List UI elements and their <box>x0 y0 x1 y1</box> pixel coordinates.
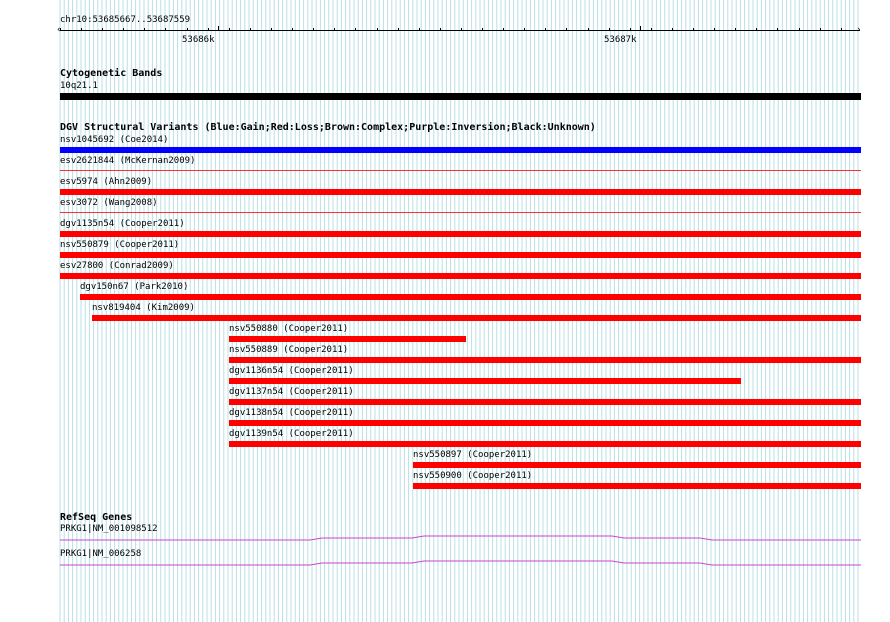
variant-label: dgv1137n54 (Cooper2011) <box>229 387 354 397</box>
location-label: chr10:53685667..53687559 <box>60 15 191 25</box>
ruler-tick-minor <box>503 28 504 31</box>
variant-bar-loss[interactable] <box>60 189 861 195</box>
ruler-tick-minor <box>609 28 610 31</box>
ruler-tick-minor <box>461 28 462 31</box>
genome-browser-view: chr10:53685667..53687559 ‹ › 53686k 5368… <box>0 0 890 622</box>
variant-bar-loss[interactable] <box>60 231 861 237</box>
ruler-tick-minor <box>714 28 715 31</box>
variant-separator <box>60 212 861 213</box>
ruler-tick-minor <box>334 28 335 31</box>
ruler-tick-minor <box>229 28 230 31</box>
variant-label: esv2621844 (McKernan2009) <box>60 156 196 166</box>
ruler-tick-minor <box>419 28 420 31</box>
ruler-tick-label: 53686k <box>182 35 215 45</box>
dgv-track-title: DGV Structural Variants (Blue:Gain;Red:L… <box>60 122 596 133</box>
scroll-right-arrow-icon[interactable]: › <box>857 26 861 35</box>
ruler-tick-minor <box>588 28 589 31</box>
variant-bar-loss[interactable] <box>413 483 861 489</box>
ruler-tick-minor <box>123 28 124 31</box>
ruler-tick-major <box>640 26 641 31</box>
variant-bar-loss[interactable] <box>229 378 741 384</box>
variant-label: nsv819404 (Kim2009) <box>92 303 195 313</box>
ruler-tick-minor <box>271 28 272 31</box>
variant-bar-loss[interactable] <box>229 336 466 342</box>
variant-label: dgv1138n54 (Cooper2011) <box>229 408 354 418</box>
ruler-tick-minor <box>355 28 356 31</box>
refseq-track-title: RefSeq Genes <box>60 512 133 523</box>
variant-bar-loss[interactable] <box>80 294 861 300</box>
ruler-tick-minor <box>482 28 483 31</box>
variant-label: esv27800 (Conrad2009) <box>60 261 174 271</box>
variant-bar-loss[interactable] <box>92 315 861 321</box>
ruler-axis <box>60 30 860 31</box>
ruler-tick-minor <box>250 28 251 31</box>
ruler-tick-minor <box>208 28 209 31</box>
gene-label: PRKG1|NM_006258 <box>60 549 142 559</box>
variant-label: esv5974 (Ahn2009) <box>60 177 153 187</box>
cytoband-track-title: Cytogenetic Bands <box>60 68 163 79</box>
variant-label: nsv550897 (Cooper2011) <box>413 450 533 460</box>
variant-label: dgv1136n54 (Cooper2011) <box>229 366 354 376</box>
variant-label: nsv550900 (Cooper2011) <box>413 471 533 481</box>
variant-label: dgv1135n54 (Cooper2011) <box>60 219 185 229</box>
ruler-tick-minor <box>81 28 82 31</box>
ruler-tick-minor <box>693 28 694 31</box>
ruler-tick-minor <box>440 28 441 31</box>
ruler-tick-minor <box>820 28 821 31</box>
ruler-tick-minor <box>524 28 525 31</box>
variant-bar-loss[interactable] <box>229 399 861 405</box>
ruler-tick-major <box>218 26 219 31</box>
variant-label: nsv550889 (Cooper2011) <box>229 345 349 355</box>
variant-bar-gain[interactable] <box>60 147 861 153</box>
ruler-tick-minor <box>60 28 61 31</box>
variant-bar-loss[interactable] <box>229 441 861 447</box>
ruler-tick-label: 53687k <box>604 35 637 45</box>
ruler-tick-minor <box>735 28 736 31</box>
ruler-tick-minor <box>102 28 103 31</box>
variant-bar-loss[interactable] <box>229 420 861 426</box>
variant-label: dgv1139n54 (Cooper2011) <box>229 429 354 439</box>
ruler-tick-minor <box>313 28 314 31</box>
ruler-tick-minor <box>398 28 399 31</box>
ruler-tick-minor <box>672 28 673 31</box>
ruler-tick-minor <box>545 28 546 31</box>
variant-label: esv3072 (Wang2008) <box>60 198 158 208</box>
ruler-tick-minor <box>187 28 188 31</box>
gene-label: PRKG1|NM_001098512 <box>60 524 158 534</box>
variant-bar-loss[interactable] <box>60 252 861 258</box>
ruler-tick-minor <box>777 28 778 31</box>
variant-label: dgv150n67 (Park2010) <box>80 282 189 292</box>
cytoband-bar[interactable] <box>60 93 861 100</box>
ruler-tick-minor <box>630 28 631 31</box>
ruler-tick-minor <box>292 28 293 31</box>
ruler-tick-minor <box>566 28 567 31</box>
ruler-tick-minor <box>377 28 378 31</box>
ruler-tick-minor <box>165 28 166 31</box>
variant-label: nsv1045692 (Coe2014) <box>60 135 169 145</box>
variant-bar-loss[interactable] <box>60 273 861 279</box>
variant-bar-loss[interactable] <box>229 357 861 363</box>
cytoband-label: 10q21.1 <box>60 81 98 91</box>
variant-label: nsv550879 (Cooper2011) <box>60 240 180 250</box>
ruler-tick-minor <box>144 28 145 31</box>
variant-separator <box>60 170 861 171</box>
ruler-tick-minor <box>651 28 652 31</box>
variant-bar-loss[interactable] <box>413 462 861 468</box>
ruler-tick-minor <box>799 28 800 31</box>
variant-label: nsv550880 (Cooper2011) <box>229 324 349 334</box>
ruler-tick-minor <box>841 28 842 31</box>
ruler-tick-minor <box>756 28 757 31</box>
